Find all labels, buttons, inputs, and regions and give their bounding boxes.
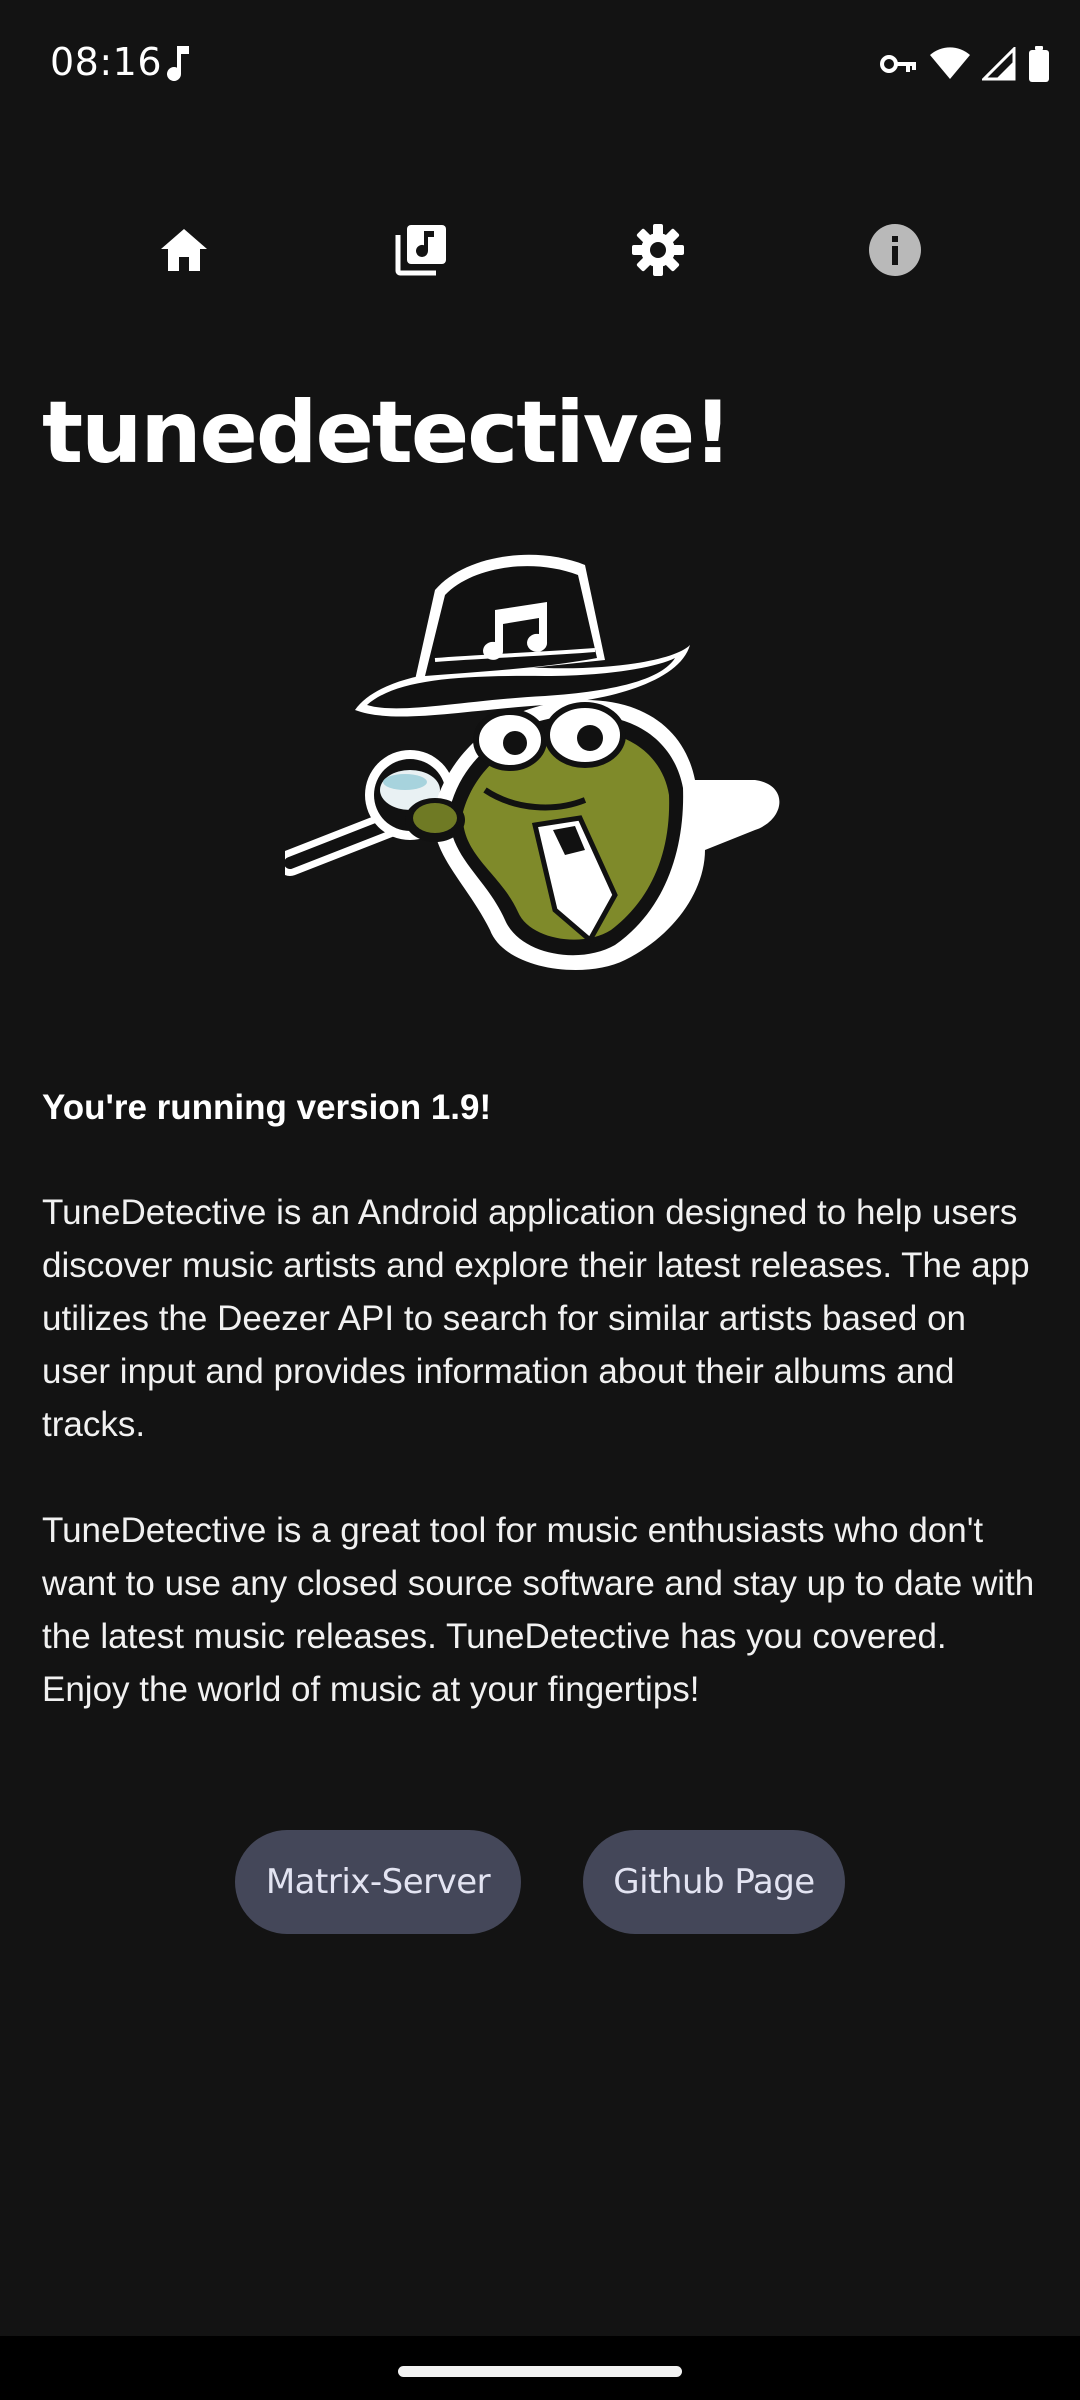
- status-bar: 08:16: [0, 0, 1080, 130]
- battery-icon: [1029, 46, 1049, 82]
- wifi-icon: [930, 47, 970, 79]
- github-page-button[interactable]: Github Page: [583, 1830, 845, 1934]
- link-buttons: Matrix-Server Github Page: [0, 1830, 1080, 1934]
- matrix-server-button[interactable]: Matrix-Server: [235, 1830, 521, 1934]
- status-time: 08:16: [50, 40, 163, 84]
- app-title: tunedetective!: [42, 383, 732, 483]
- status-icons: [880, 44, 1050, 84]
- vpn-key-icon: [880, 55, 916, 73]
- detective-frog-mascot: [285, 554, 780, 970]
- nav-music-library[interactable]: [361, 200, 481, 300]
- music-note-icon: [167, 46, 189, 82]
- info-icon: [869, 224, 921, 276]
- gear-icon: [632, 224, 684, 276]
- home-icon: [161, 229, 207, 271]
- nav-settings[interactable]: [598, 200, 718, 300]
- version-text: You're running version 1.9!: [42, 1088, 492, 1127]
- nav-home[interactable]: [124, 200, 244, 300]
- top-navigation: [0, 200, 1080, 300]
- nav-info[interactable]: [835, 200, 955, 300]
- cellular-signal-icon: [982, 47, 1016, 81]
- about-content: You're running version 1.9! TuneDetectiv…: [42, 1082, 1042, 1769]
- music-library-icon: [395, 225, 446, 276]
- home-indicator[interactable]: [398, 2366, 682, 2377]
- description-paragraph-2: TuneDetective is a great tool for music …: [42, 1511, 1035, 1709]
- description-paragraph-1: TuneDetective is an Android application …: [42, 1193, 1030, 1444]
